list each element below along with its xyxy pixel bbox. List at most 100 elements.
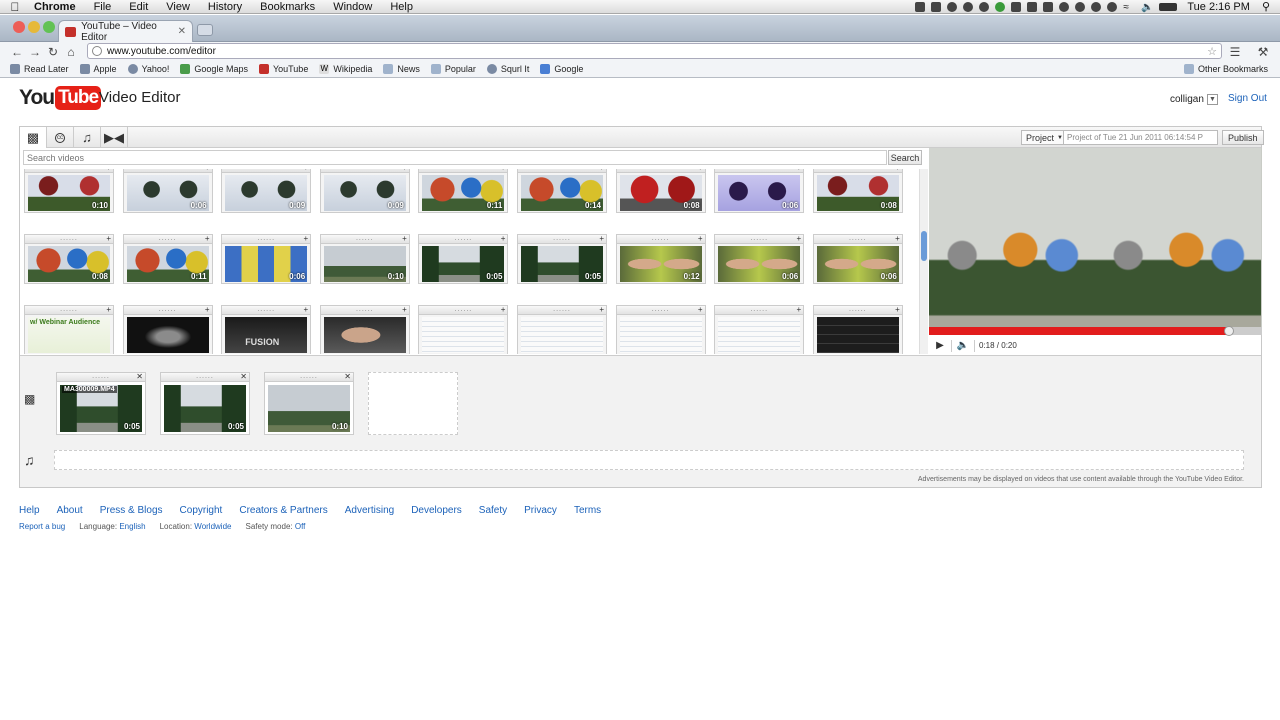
tab-close-icon[interactable]: ✕: [178, 26, 186, 37]
drag-handle[interactable]: ......: [265, 373, 353, 382]
tray-dropbox-icon[interactable]: [963, 1, 974, 12]
footer-link-about[interactable]: About: [57, 505, 83, 516]
clip-tile[interactable]: ...... +: [714, 305, 805, 354]
drag-handle[interactable]: ......: [813, 169, 902, 173]
drag-handle[interactable]: ......: [25, 306, 113, 315]
add-clip-icon[interactable]: +: [106, 169, 111, 172]
drag-handle[interactable]: ......: [813, 235, 902, 244]
timeline-clip[interactable]: ...... ✕ 0:05: [160, 372, 250, 435]
progress-knob[interactable]: [1223, 326, 1234, 336]
video-camera-icon[interactable]: ▩: [20, 127, 47, 148]
search-button[interactable]: Search: [888, 150, 922, 165]
language-value[interactable]: English: [119, 522, 145, 531]
music-note-icon[interactable]: ♫: [74, 127, 101, 148]
footer-link-press[interactable]: Press & Blogs: [100, 505, 163, 516]
language-setting[interactable]: Language: English: [79, 522, 145, 531]
clip-tile[interactable]: ...... +0:05: [418, 234, 509, 284]
add-clip-icon[interactable]: +: [599, 169, 604, 172]
drag-handle[interactable]: ......: [123, 169, 212, 173]
location-value[interactable]: Worldwide: [194, 522, 231, 531]
drag-handle[interactable]: ......: [419, 169, 508, 173]
footer-link-developers[interactable]: Developers: [411, 505, 462, 516]
clip-tile[interactable]: ...... + w/ Webinar Audience: [24, 305, 114, 354]
drag-handle[interactable]: ......: [57, 373, 145, 382]
window-minimize-button[interactable]: [28, 21, 40, 33]
clip-tile[interactable]: ......+0:10: [319, 234, 410, 284]
add-clip-icon[interactable]: +: [501, 235, 506, 243]
other-bookmarks[interactable]: Other Bookmarks: [1183, 64, 1268, 74]
clip-tile[interactable]: ......+0:10: [24, 169, 114, 213]
clip-tile[interactable]: ...... +: [812, 305, 903, 354]
clip-tile[interactable]: ......+0:08: [24, 234, 114, 284]
bookmark-star-icon[interactable]: ☆: [1207, 45, 1217, 58]
tray-green-icon[interactable]: [995, 1, 1006, 12]
tray-phone-icon[interactable]: [1027, 1, 1038, 12]
transitions-icon[interactable]: ▶◀: [101, 127, 128, 148]
add-clip-icon[interactable]: +: [501, 306, 506, 314]
clip-tile[interactable]: ......+0:06: [714, 234, 805, 284]
add-clip-icon[interactable]: +: [304, 235, 309, 243]
reload-icon[interactable]: ↻: [44, 45, 62, 59]
menu-history[interactable]: History: [199, 1, 251, 13]
sign-out-link[interactable]: Sign Out: [1228, 93, 1267, 104]
tray-headphones-icon[interactable]: [947, 1, 958, 12]
cc-icon[interactable]: cc: [47, 127, 74, 148]
drag-handle[interactable]: ......: [616, 169, 705, 173]
drag-handle[interactable]: ......: [25, 169, 113, 173]
drag-handle[interactable]: ......: [222, 169, 311, 173]
safety-setting[interactable]: Safety mode: Off: [245, 522, 305, 531]
new-tab-button[interactable]: [197, 24, 213, 36]
bookmark-yahoo[interactable]: Yahoo!: [127, 64, 169, 74]
tray-bell-icon[interactable]: [1043, 1, 1054, 12]
project-dropdown[interactable]: Project ▼: [1021, 130, 1068, 145]
youtube-logo[interactable]: You Tube: [19, 84, 102, 112]
add-clip-icon[interactable]: +: [797, 235, 802, 243]
footer-link-help[interactable]: Help: [19, 505, 40, 516]
clip-tile[interactable]: ......+0:11: [418, 169, 509, 213]
drag-handle[interactable]: ......: [419, 235, 508, 244]
drag-handle[interactable]: ......: [715, 235, 804, 244]
drag-handle[interactable]: ......: [25, 235, 113, 244]
clip-tile[interactable]: ......+0:06: [714, 169, 805, 213]
bookmark-news[interactable]: News: [383, 64, 420, 74]
clip-tile[interactable]: ...... +: [615, 305, 706, 354]
tray-clock-icon[interactable]: [1091, 1, 1102, 12]
add-clip-icon[interactable]: +: [599, 235, 604, 243]
add-clip-icon[interactable]: +: [205, 306, 210, 314]
add-clip-icon[interactable]: +: [304, 306, 309, 314]
clip-tile[interactable]: ......+0:08: [812, 169, 903, 213]
drag-handle[interactable]: ......: [161, 373, 249, 382]
drag-handle[interactable]: ......: [616, 235, 705, 244]
window-close-button[interactable]: [13, 21, 25, 33]
add-clip-icon[interactable]: +: [895, 169, 900, 172]
add-clip-icon[interactable]: +: [205, 235, 210, 243]
tray-screen-icon[interactable]: [931, 1, 942, 12]
wifi-icon[interactable]: ≈: [1123, 2, 1135, 13]
clip-tile[interactable]: ......+0:09: [319, 169, 410, 213]
add-clip-icon[interactable]: +: [402, 306, 407, 314]
menubar-clock[interactable]: Tue 2:16 PM: [1187, 1, 1250, 13]
safety-value[interactable]: Off: [295, 522, 306, 531]
add-clip-icon[interactable]: +: [698, 169, 703, 172]
tray-timer-icon[interactable]: [1059, 1, 1070, 12]
add-clip-icon[interactable]: +: [205, 169, 210, 172]
footer-link-safety[interactable]: Safety: [479, 505, 507, 516]
add-clip-icon[interactable]: +: [599, 306, 604, 314]
back-arrow-icon[interactable]: ←: [8, 45, 26, 59]
add-clip-icon[interactable]: +: [402, 169, 407, 172]
add-clip-icon[interactable]: +: [797, 169, 802, 172]
clip-tile[interactable]: ...... +0:12: [615, 234, 706, 284]
address-bar[interactable]: www.youtube.com/editor ☆: [87, 43, 1222, 59]
drag-handle[interactable]: ......: [123, 235, 212, 244]
timeline-drop-slot[interactable]: [368, 372, 458, 435]
add-clip-icon[interactable]: +: [797, 306, 802, 314]
clip-tile[interactable]: ...... +: [122, 305, 213, 354]
window-zoom-button[interactable]: [43, 21, 55, 33]
add-clip-icon[interactable]: +: [698, 235, 703, 243]
drag-handle[interactable]: ......: [518, 169, 606, 173]
drag-handle[interactable]: ......: [518, 306, 606, 315]
project-name-field[interactable]: Project of Tue 21 Jun 2011 06:14:54 P: [1063, 130, 1218, 145]
tray-sync-icon[interactable]: [1075, 1, 1086, 12]
clip-tile[interactable]: ...... +: [418, 305, 509, 354]
volume-icon[interactable]: 🔈: [1141, 2, 1153, 13]
